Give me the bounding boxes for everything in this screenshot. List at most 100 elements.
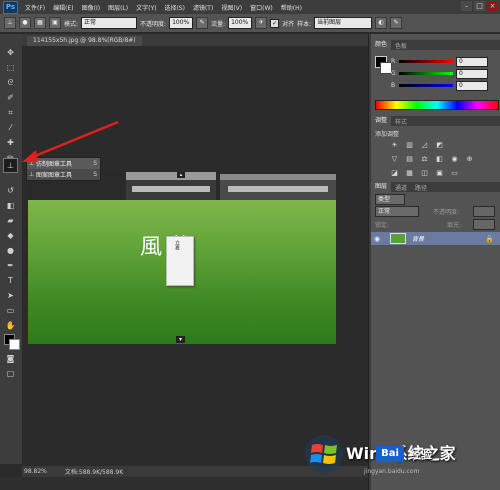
document-image[interactable]: 風 薫 立夏 ▾ ▴ (28, 172, 336, 344)
flyout-pattern-stamp-label: 图案图章工具 (36, 172, 73, 179)
stamp-preset-icon[interactable]: ⊥ (4, 17, 16, 29)
tab-styles[interactable]: 样式 (391, 117, 411, 126)
screen-mode-icon[interactable]: ▢ (4, 367, 17, 380)
menu-layer[interactable]: 图层(L) (104, 3, 132, 12)
maximize-button[interactable]: □ (474, 1, 485, 11)
red-slider[interactable] (399, 60, 453, 63)
background-color-swatch[interactable] (9, 339, 20, 350)
flow-input[interactable]: 100% (228, 17, 253, 29)
layer-name[interactable]: 背景 (412, 234, 424, 243)
channel-mixer-icon[interactable]: ⊕ (464, 154, 475, 164)
brush-panel-icon[interactable]: ▦ (34, 17, 46, 29)
posterize-icon[interactable]: ▦ (404, 168, 415, 178)
layer-row-background[interactable]: ◉ 背景 🔒 (371, 232, 500, 245)
menu-help[interactable]: 帮助(H) (277, 3, 306, 12)
green-slider[interactable] (399, 72, 453, 75)
black-white-icon[interactable]: ◧ (434, 154, 445, 164)
marquee-tool-icon[interactable]: ⬚ (4, 61, 17, 74)
tab-swatches[interactable]: 色板 (391, 41, 411, 50)
exposure-icon[interactable]: ◩ (434, 140, 445, 150)
menu-select[interactable]: 选择(S) (160, 3, 189, 12)
minimize-button[interactable]: – (461, 1, 472, 11)
blue-slider[interactable] (399, 84, 453, 87)
layer-thumbnail (390, 233, 406, 244)
eyedropper-tool-icon[interactable]: ⁄ (4, 121, 17, 134)
tab-channels[interactable]: 通道 (391, 183, 411, 192)
tab-adjustments[interactable]: 调整 (371, 116, 392, 126)
brightness-icon[interactable]: ☀ (389, 140, 400, 150)
opacity-input[interactable]: 100% (169, 17, 194, 29)
color-balance-icon[interactable]: ⚖ (419, 154, 430, 164)
ignore-adjust-icon[interactable]: ◐ (375, 17, 388, 29)
photo-filter-icon[interactable]: ◉ (449, 154, 460, 164)
move-tool-icon[interactable]: ✥ (4, 46, 17, 59)
selective-color-icon[interactable]: ▣ (434, 168, 445, 178)
layer-opacity-input[interactable] (473, 206, 495, 217)
green-value[interactable]: 0 (456, 68, 488, 79)
zoom-readout[interactable]: 98.82% (24, 468, 47, 475)
dodge-tool-icon[interactable]: ● (4, 244, 17, 257)
levels-icon[interactable]: ▥ (404, 140, 415, 150)
red-value[interactable]: 0 (456, 56, 488, 67)
close-button[interactable]: × (487, 1, 498, 11)
flyout-clone-stamp-shortcut: S (93, 160, 97, 167)
type-tool-icon[interactable]: T (4, 274, 17, 287)
tab-paths[interactable]: 路径 (411, 183, 431, 192)
menu-type[interactable]: 文字(Y) (132, 3, 160, 12)
blue-label: B (391, 82, 396, 89)
eraser-tool-icon[interactable]: ◧ (4, 199, 17, 212)
lasso-tool-icon[interactable]: ᘓ (4, 76, 17, 89)
tab-color[interactable]: 颜色 (371, 40, 392, 50)
invert-icon[interactable]: ◪ (389, 168, 400, 178)
flyout-pattern-stamp[interactable]: ⊥ 图案图章工具 S (27, 169, 100, 180)
aligned-checkbox[interactable]: ✓ (270, 18, 280, 28)
crop-tool-icon[interactable]: ⌗ (4, 106, 17, 119)
document-tab[interactable]: 114155x5h.jpg @ 98.8%(RGB/8#) (27, 36, 142, 46)
clone-source-icon[interactable]: ▣ (49, 17, 61, 29)
pen-tool-icon[interactable]: ✒ (4, 259, 17, 272)
hand-tool-icon[interactable]: ✋ (4, 319, 17, 332)
layer-fill-input[interactable] (473, 219, 495, 230)
mode-label: 模式: (64, 20, 79, 28)
menu-edit[interactable]: 编辑(E) (49, 3, 77, 12)
hue-saturation-icon[interactable]: ▤ (404, 154, 415, 164)
photoshop-logo: Ps (3, 0, 18, 14)
pattern-stamp-icon: ⊥ (28, 171, 35, 178)
sample-select[interactable]: 当前图层 (314, 17, 373, 29)
layer-kind-filter[interactable]: 类型 (375, 194, 405, 205)
threshold-icon[interactable]: ◫ (419, 168, 430, 178)
airbrush-icon[interactable]: ✈ (255, 17, 268, 29)
history-brush-tool-icon[interactable]: ↺ (4, 184, 17, 197)
quick-mask-icon[interactable]: ◙ (4, 352, 17, 365)
menu-filter[interactable]: 滤镜(T) (189, 3, 217, 12)
brush-size-icon[interactable]: ● (19, 17, 31, 29)
flyout-clone-stamp[interactable]: ⊥ 仿制图章工具 S (27, 158, 100, 169)
curves-icon[interactable]: ◿ (419, 140, 430, 150)
clone-stamp-tool-icon[interactable]: ⊥ (3, 158, 18, 173)
menu-view[interactable]: 视图(V) (217, 3, 246, 12)
path-select-tool-icon[interactable]: ➤ (4, 289, 17, 302)
menu-file[interactable]: 文件(F) (21, 3, 49, 12)
mode-select[interactable]: 正常 (81, 17, 138, 29)
color-spectrum-bar[interactable] (375, 100, 499, 110)
blur-tool-icon[interactable]: ◆ (4, 229, 17, 242)
canvas-scroll-down-icon[interactable]: ▾ (176, 336, 185, 343)
blend-mode-select[interactable]: 正常 (375, 206, 419, 217)
stamp-tool-flyout: ⊥ 仿制图章工具 S ⊥ 图案图章工具 S (26, 157, 101, 181)
vibrance-icon[interactable]: ▽ (389, 154, 400, 164)
red-label: R (391, 58, 396, 65)
canvas-scroll-up-icon[interactable]: ▴ (177, 172, 185, 178)
layer-lock-icon: 🔒 (485, 234, 494, 243)
gradient-tool-icon[interactable]: ▰ (4, 214, 17, 227)
pressure-size-icon[interactable]: ✎ (390, 17, 403, 29)
visibility-eye-icon[interactable]: ◉ (374, 235, 384, 243)
blue-value[interactable]: 0 (456, 80, 488, 91)
menu-image[interactable]: 图像(I) (78, 3, 104, 12)
tab-layers[interactable]: 图层 (371, 182, 392, 192)
menu-window[interactable]: 窗口(W) (246, 3, 277, 12)
gradient-map-icon[interactable]: ▭ (449, 168, 460, 178)
pressure-opacity-icon[interactable]: ✎ (196, 17, 209, 29)
shape-tool-icon[interactable]: ▭ (4, 304, 17, 317)
quick-select-tool-icon[interactable]: ✐ (4, 91, 17, 104)
healing-brush-tool-icon[interactable]: ✚ (4, 136, 17, 149)
